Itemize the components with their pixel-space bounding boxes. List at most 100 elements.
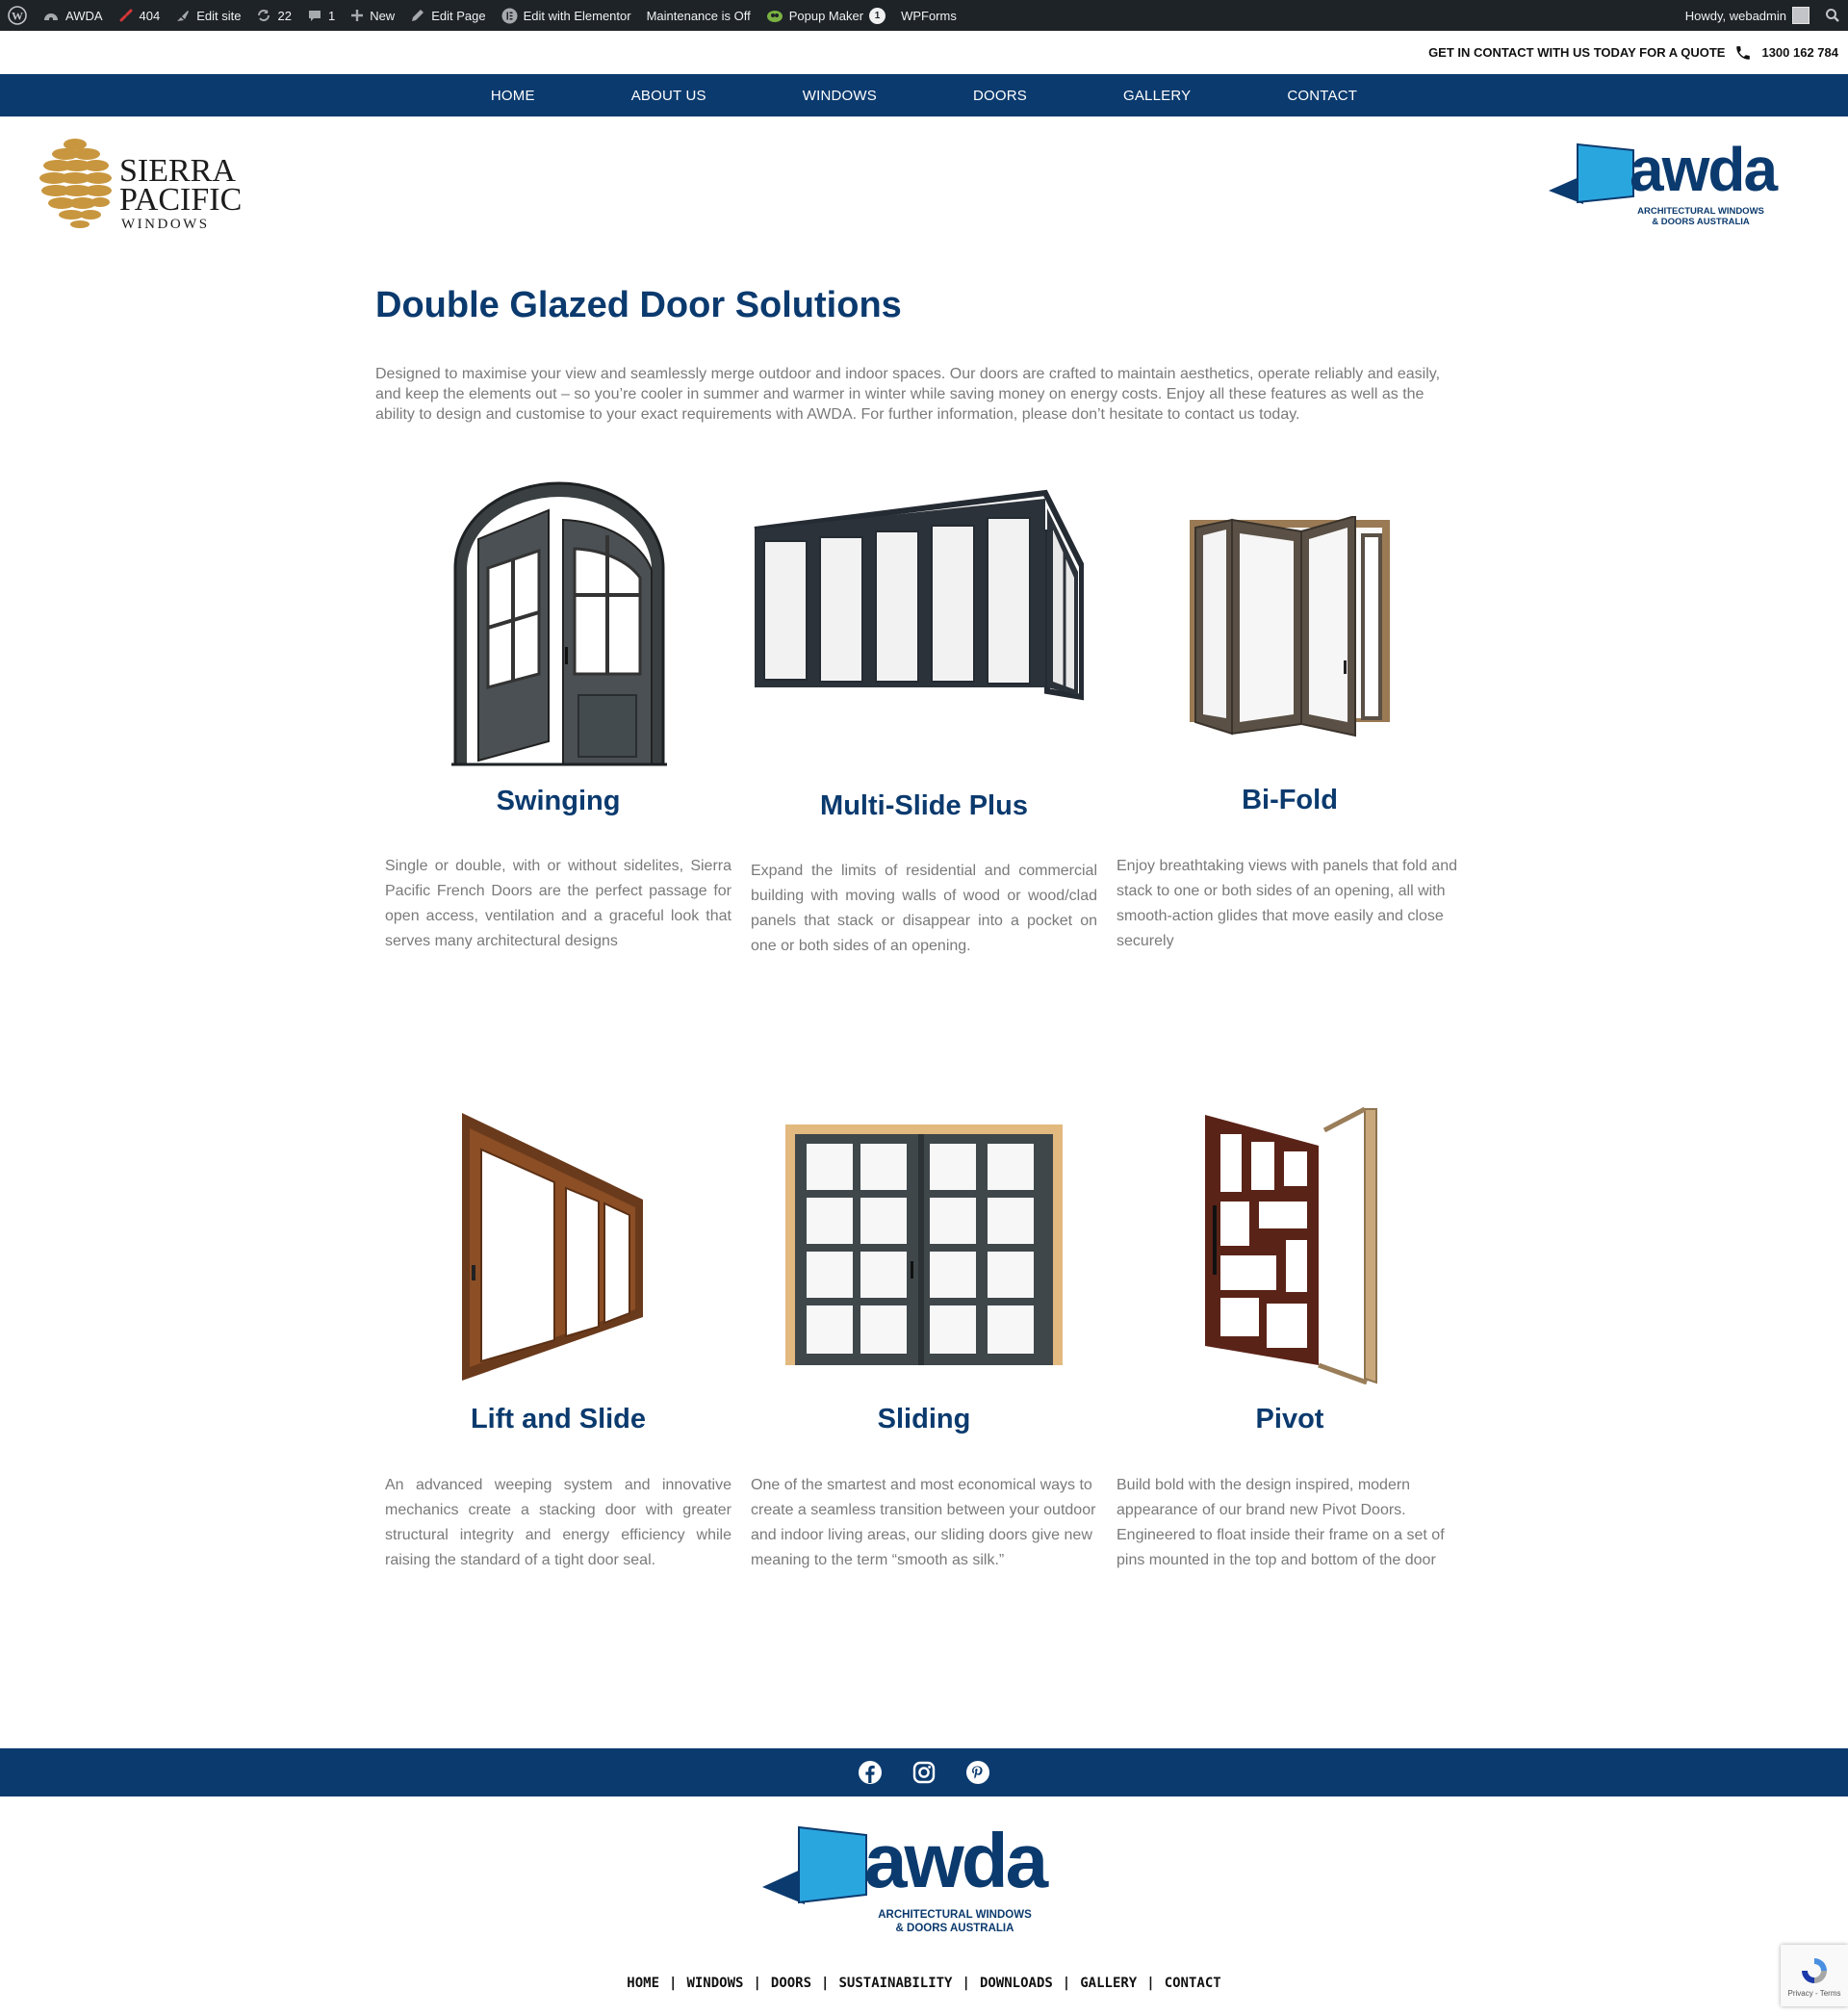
awda-logo-header[interactable]: awda ARCHITECTURAL WINDOWS & DOORS AUSTR… [1545, 135, 1810, 231]
page-title: Double Glazed Door Solutions [375, 285, 902, 325]
plus-icon [351, 10, 364, 21]
facebook-link[interactable] [858, 1760, 883, 1785]
sierra-pacific-logo[interactable]: SIERRA PACIFIC WINDOWS [35, 133, 246, 234]
wordpress-logo-button[interactable]: W [0, 0, 35, 31]
multi-slide-door-image [754, 489, 1084, 701]
card-text-lift-and-slide: An advanced weeping system and innovativ… [385, 1477, 732, 1568]
pinterest-link[interactable] [965, 1760, 990, 1785]
nav-doors[interactable]: DOORS [973, 74, 1027, 116]
svg-text:W: W [12, 10, 23, 23]
account-button[interactable]: Howdy, webadmin [1678, 0, 1817, 31]
instagram-link[interactable] [911, 1760, 937, 1785]
card-title-bi-fold: Bi-Fold [1242, 785, 1338, 815]
nav-home[interactable]: HOME [491, 74, 535, 116]
popup-maker-label: Popup Maker [788, 8, 864, 23]
svg-text:awda: awda [1630, 135, 1778, 204]
avatar [1792, 7, 1810, 24]
svg-text:ARCHITECTURAL WINDOWS: ARCHITECTURAL WINDOWS [1637, 206, 1764, 217]
card-title-lift-and-slide: Lift and Slide [470, 1404, 647, 1434]
facebook-icon [859, 1761, 882, 1784]
footer-nav-separator: | [753, 1976, 761, 1991]
footer-navigation: HOME | WINDOWS | DOORS | SUSTAINABILITY … [0, 1976, 1848, 1991]
card-title-swinging: Swinging [496, 786, 621, 816]
phone-number-link[interactable]: 1300 162 784 [1761, 45, 1838, 60]
intro-paragraph: Designed to maximise your view and seaml… [375, 366, 1441, 423]
nav-gallery[interactable]: GALLERY [1123, 74, 1191, 116]
updates-button[interactable]: 22 [248, 0, 298, 31]
edit-site-label: Edit site [196, 8, 242, 23]
404-errors-button[interactable]: 404 [111, 0, 168, 31]
new-content-button[interactable]: New [343, 0, 402, 31]
footer-nav-downloads[interactable]: DOWNLOADS [970, 1976, 1063, 1991]
broken-link-icon [119, 9, 133, 22]
recaptcha-badge[interactable]: Privacy - Terms [1781, 1945, 1848, 2006]
footer-nav-home[interactable]: HOME [617, 1976, 669, 1991]
comments-button[interactable]: 1 [299, 0, 343, 31]
site-name-button[interactable]: AWDA [35, 0, 111, 31]
popup-maker-button[interactable]: Popup Maker 1 [758, 0, 893, 31]
card-title-pivot: Pivot [1255, 1404, 1324, 1434]
contact-strip: GET IN CONTACT WITH US TODAY FOR A QUOTE… [0, 31, 1848, 74]
instagram-icon [912, 1761, 936, 1784]
elementor-icon [501, 8, 518, 23]
nav-windows[interactable]: WINDOWS [803, 74, 877, 116]
admin-search-button[interactable] [1817, 0, 1848, 31]
recaptcha-terms: Privacy - Terms [1787, 1988, 1841, 1998]
nav-about-us[interactable]: ABOUT US [631, 74, 706, 116]
swinging-door-image [451, 481, 667, 766]
comment-icon [308, 11, 321, 21]
pinterest-icon [966, 1761, 989, 1784]
card-text-pivot: Build bold with the design inspired, mod… [1116, 1477, 1445, 1568]
sliding-door-image [785, 1124, 1063, 1365]
card-text-multi-slide-plus: Expand the limits of residential and com… [751, 863, 1097, 954]
footer-nav-separator: | [669, 1976, 678, 1991]
phone-icon [1736, 45, 1751, 60]
svg-text:& DOORS AUSTRALIA: & DOORS AUSTRALIA [896, 1923, 1014, 1934]
recaptcha-icon [1802, 1957, 1827, 1983]
wordpress-icon: W [8, 6, 27, 25]
edit-site-button[interactable]: Edit site [167, 0, 248, 31]
admin-bar: W AWDA 404 Edit site 22 1 New Edit Page … [0, 0, 1848, 31]
maintenance-status-button[interactable]: Maintenance is Off [639, 0, 758, 31]
card-title-multi-slide-plus: Multi-Slide Plus [820, 790, 1028, 821]
lift-and-slide-door-image [462, 1113, 643, 1381]
svg-text:ARCHITECTURAL WINDOWS: ARCHITECTURAL WINDOWS [878, 1909, 1032, 1921]
social-bar [0, 1748, 1848, 1796]
awda-logo-footer[interactable]: awda ARCHITECTURAL WINDOWS & DOORS AUSTR… [760, 1818, 1088, 1938]
card-text-bi-fold: Enjoy breathtaking views with panels tha… [1116, 858, 1457, 949]
footer-nav-gallery[interactable]: GALLERY [1070, 1976, 1146, 1991]
edit-page-button[interactable]: Edit Page [402, 0, 493, 31]
footer-nav-separator: | [1146, 1976, 1155, 1991]
wpforms-button[interactable]: WPForms [893, 0, 964, 31]
footer-nav-separator: | [962, 1976, 970, 1991]
dashboard-icon [44, 13, 58, 21]
search-icon [1826, 9, 1839, 22]
nav-contact[interactable]: CONTACT [1287, 74, 1357, 116]
card-text-swinging: Single or double, with or without sideli… [385, 858, 732, 949]
quote-cta-text: GET IN CONTACT WITH US TODAY FOR A QUOTE [1428, 45, 1726, 60]
footer-nav-windows[interactable]: WINDOWS [677, 1976, 753, 1991]
footer-nav-separator: | [1062, 1976, 1071, 1991]
footer-nav-contact[interactable]: CONTACT [1155, 1976, 1231, 1991]
brush-icon [177, 11, 190, 21]
elementor-label: Edit with Elementor [523, 8, 631, 23]
pinecone-icon: SIERRA PACIFIC WINDOWS [39, 139, 242, 232]
wpforms-label: WPForms [901, 8, 957, 23]
popup-count-badge: 1 [869, 7, 886, 24]
footer-nav-sustainability[interactable]: SUSTAINABILITY [829, 1976, 962, 1991]
bi-fold-door-image [1190, 516, 1390, 737]
edit-with-elementor-button[interactable]: Edit with Elementor [494, 0, 639, 31]
footer-nav-separator: | [821, 1976, 830, 1991]
howdy-label: Howdy, webadmin [1684, 8, 1786, 23]
main-navigation: HOME ABOUT US WINDOWS DOORS GALLERY CONT… [0, 74, 1848, 116]
edit-page-label: Edit Page [431, 8, 486, 23]
footer-nav-doors[interactable]: DOORS [761, 1976, 821, 1991]
maintenance-label: Maintenance is Off [646, 8, 751, 23]
pivot-door-image [1205, 1106, 1377, 1384]
svg-text:& DOORS AUSTRALIA: & DOORS AUSTRALIA [1652, 217, 1750, 227]
updates-count: 22 [277, 8, 292, 23]
comments-count: 1 [327, 8, 336, 23]
pacific-text: PACIFIC [119, 182, 242, 218]
windows-text: WINDOWS [121, 217, 210, 232]
svg-text:awda: awda [864, 1818, 1049, 1903]
